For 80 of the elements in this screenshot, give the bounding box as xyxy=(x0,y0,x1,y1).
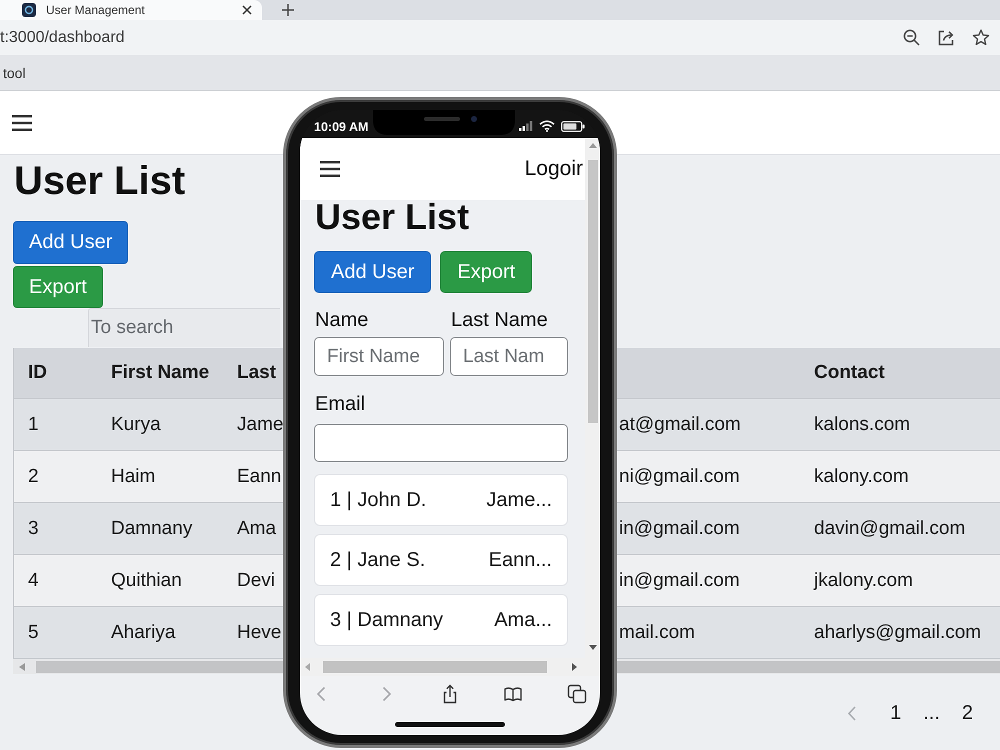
table-cell-text: Kurya xyxy=(110,414,162,436)
table-cell-text: Haim xyxy=(110,466,156,488)
nav-link[interactable]: Logoir xyxy=(524,157,583,181)
share-icon[interactable] xyxy=(937,29,955,46)
wifi-icon xyxy=(538,120,555,132)
browser-tab[interactable]: User Management xyxy=(0,0,262,20)
scrollbar-thumb[interactable] xyxy=(323,661,547,673)
signal-icon xyxy=(518,121,533,131)
table-cell-text: Ahariya xyxy=(110,622,176,644)
field-label: Last Name xyxy=(450,308,548,332)
table-cell-text: Jame xyxy=(236,414,284,436)
field-label: Email xyxy=(314,392,366,416)
scroll-down-icon[interactable] xyxy=(588,645,596,650)
table-cell-text: aharlys@gmail.com xyxy=(813,622,982,644)
table-cell-text: mail.com xyxy=(618,622,696,644)
table-cell-text: Heve xyxy=(236,622,282,644)
close-icon[interactable] xyxy=(242,5,252,15)
table-cell-text: kalony.com xyxy=(813,466,910,488)
user-name: 2 | Jane S. xyxy=(330,548,426,572)
table-cell-text: 1 xyxy=(27,414,40,436)
tabs-icon[interactable] xyxy=(567,684,587,704)
input-field[interactable]: First Name xyxy=(314,337,444,376)
menu-icon[interactable] xyxy=(12,114,32,130)
page-link[interactable]: 2 xyxy=(962,702,973,724)
horizontal-scrollbar[interactable] xyxy=(13,658,283,674)
table-cell-text: Damnany xyxy=(110,518,194,540)
table-cell-text: in@gmail.com xyxy=(618,570,741,592)
scroll-right-icon[interactable] xyxy=(572,663,577,671)
user-detail: Eann... xyxy=(488,548,552,572)
table-cell-text: Eann xyxy=(236,466,282,488)
table-cell-text: in@gmail.com xyxy=(618,518,741,540)
battery-icon xyxy=(560,120,585,132)
table-cell-text: 5 xyxy=(27,622,40,644)
search-field[interactable]: To search xyxy=(88,308,280,347)
zoom-out-icon[interactable] xyxy=(903,29,920,46)
column-header: Contact xyxy=(813,362,886,384)
menu-icon[interactable] xyxy=(320,161,340,177)
bookmark-item[interactable]: tool xyxy=(3,64,26,80)
user-name: 1 | John D. xyxy=(330,488,426,512)
scrollbar-thumb[interactable] xyxy=(36,660,283,672)
action-button[interactable]: Add User xyxy=(314,251,432,293)
column-header: Last xyxy=(236,362,278,384)
scroll-up-icon[interactable] xyxy=(588,143,596,148)
action-button[interactable]: Add User xyxy=(13,221,128,264)
table-cell-text: 4 xyxy=(27,570,40,592)
user-card[interactable]: 3 | Damnany Ama... xyxy=(314,594,568,646)
table-cell-text: Ama xyxy=(236,518,278,540)
page-title: User List xyxy=(14,158,186,205)
new-tab-icon[interactable] xyxy=(282,4,294,16)
input-field[interactable]: Last Nam xyxy=(450,337,568,376)
user-name: 3 | Damnany xyxy=(330,608,444,632)
scrollbar-thumb[interactable] xyxy=(588,160,598,423)
page-link[interactable]: 1 xyxy=(890,702,902,724)
address-bar[interactable]: t:3000/dashboard xyxy=(0,20,1000,55)
action-button[interactable]: Export xyxy=(440,251,532,293)
scroll-left-icon[interactable] xyxy=(19,662,25,670)
table-cell-text: 3 xyxy=(27,518,40,540)
email-field[interactable] xyxy=(314,424,568,462)
app-icon xyxy=(22,3,36,17)
field-label: Name xyxy=(314,308,368,332)
user-detail: Ama... xyxy=(494,608,552,632)
table-cell-text: ni@gmail.com xyxy=(618,466,741,488)
page-title: User List xyxy=(315,200,470,234)
column-header: ID xyxy=(27,362,48,384)
pagination-ellipsis: ... xyxy=(923,702,940,724)
table-cell-text: Devi xyxy=(236,570,276,592)
table-cell-text: Quithian xyxy=(110,570,183,592)
table-cell-text: davin@gmail.com xyxy=(813,518,966,540)
user-detail: Jame... xyxy=(486,488,552,512)
status-time: 10:09 AM xyxy=(314,120,368,134)
table-cell-text: kalons.com xyxy=(813,414,912,436)
table-cell-text: 2 xyxy=(27,466,40,488)
table-cell-text: jkalony.com xyxy=(812,570,914,592)
scroll-left-icon[interactable] xyxy=(305,663,310,671)
table-cell-text: at@gmail.com xyxy=(618,414,742,436)
user-card[interactable]: 1 | John D. Jame... xyxy=(314,474,568,526)
action-button[interactable]: Export xyxy=(13,266,103,308)
user-card[interactable]: 2 | Jane S. Eann... xyxy=(314,534,568,586)
star-icon[interactable] xyxy=(972,29,990,46)
column-header: First Name xyxy=(110,362,210,384)
